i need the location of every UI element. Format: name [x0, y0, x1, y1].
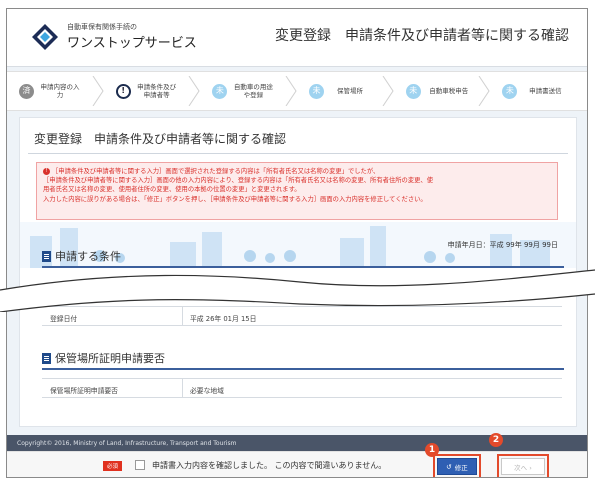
alert-line: 入力した内容に誤りがある場合は、「修正」ボタンを押し、［申請条件及び申請者等に関… [43, 195, 427, 203]
section-conditions-title: 申請する条件 [42, 248, 121, 264]
step-label: 自動車の用途や登録 [233, 83, 273, 99]
step-status-icon: ! [115, 83, 131, 99]
section-underline [42, 368, 564, 370]
step-usage: 未 自動車の用途や登録 [200, 72, 297, 110]
step-progress: 済 申請内容の入力 ! 申請条件及び申請者等 未 自動車の用途や登録 未 保管場… [7, 71, 587, 111]
step-submit: 未 申請書送信 [490, 72, 587, 110]
required-badge: 必須 [103, 461, 123, 471]
confirm-checkbox-label[interactable]: 申請書入力内容を確認しました。 この内容で間違いありません。 [152, 460, 386, 471]
step-parking: 未 保管場所 [297, 72, 394, 110]
section-parking-title: 保管場所証明申請要否 [42, 350, 165, 366]
next-button[interactable]: 次へ › [501, 458, 545, 475]
step-status-icon: 未 [212, 83, 228, 99]
step-label: 保管場所 [337, 87, 364, 95]
panel-title-divider [28, 153, 568, 154]
step-label: 申請条件及び申請者等 [137, 83, 177, 99]
page-title: 変更登録 申請条件及び申請者等に関する確認 [275, 28, 569, 44]
row-key: 保管場所証明申請要否 [50, 387, 118, 395]
table-row: 保管場所証明申請要否 必要な地域 [42, 378, 562, 398]
step-arrow-icon [92, 76, 104, 106]
row-value: 必要な地域 [190, 387, 224, 395]
section-title-text: 申請する条件 [55, 250, 121, 263]
page-break-decoration [0, 269, 595, 312]
step-label: 申請内容の入力 [40, 83, 80, 99]
row-key: 登録日付 [50, 315, 78, 323]
step-input: 済 申請内容の入力 [7, 72, 104, 110]
row-value: 平成 26年 01月 15日 [190, 315, 257, 323]
alert-line: 用者氏名又は名称の変更、使用者住所の変更、使用の本拠の位置の変更」と変更されます… [43, 186, 301, 194]
step-conditions: ! 申請条件及び申請者等 [104, 72, 201, 110]
alert-line: ［申請条件及び申請者等に関する入力］画面の他の入力内容により、登録する内容は「所… [43, 177, 434, 185]
fix-button[interactable]: ↺ 修正 [437, 458, 477, 475]
step-label: 自動車税申告 [429, 87, 469, 95]
document-icon [42, 250, 51, 262]
row-divider [182, 379, 183, 397]
panel-title: 変更登録 申請条件及び申請者等に関する確認 [34, 132, 287, 146]
step-arrow-icon [382, 76, 394, 106]
callout-badge: 2 [489, 433, 503, 447]
warning-icon: ! [43, 167, 50, 175]
action-bar: 必須 申請書入力内容を確認しました。 この内容で間違いありません。 ↺ 修正 次… [7, 451, 587, 477]
app-window: 自動車保有関係手続の ワンストップサービス 変更登録 申請条件及び申請者等に関す… [6, 8, 588, 478]
warning-alert: ! ［申請条件及び申請者等に関する入力］画面で選択された登録する内容は「所有者氏名… [36, 162, 558, 220]
step-arrow-icon [188, 76, 200, 106]
step-arrow-icon [478, 76, 490, 106]
confirm-checkbox[interactable] [135, 460, 145, 470]
header: 自動車保有関係手続の ワンストップサービス 変更登録 申請条件及び申請者等に関す… [7, 9, 587, 67]
step-status-icon: 未 [405, 83, 421, 99]
service-logo-icon [32, 24, 58, 50]
step-label: 申請書送信 [529, 87, 562, 95]
step-status-icon: 未 [309, 83, 325, 99]
fix-button-label: 修正 [454, 463, 468, 472]
alert-line: ［申請条件及び申請者等に関する入力］画面で選択された登録する内容は「所有者氏名又… [52, 168, 380, 175]
step-status-icon: 済 [19, 83, 34, 99]
section-title-text: 保管場所証明申請要否 [55, 352, 165, 365]
undo-icon: ↺ [446, 462, 452, 471]
brand-title: ワンストップサービス [67, 36, 197, 51]
brand-subtitle: 自動車保有関係手続の [67, 23, 137, 31]
application-date: 申請年月日：平成 99年 99月 99日 [447, 241, 558, 249]
step-status-icon: 未 [502, 83, 518, 99]
callout-badge: 1 [425, 443, 439, 457]
document-icon [42, 352, 51, 364]
step-tax: 未 自動車税申告 [394, 72, 491, 110]
step-arrow-icon [285, 76, 297, 106]
